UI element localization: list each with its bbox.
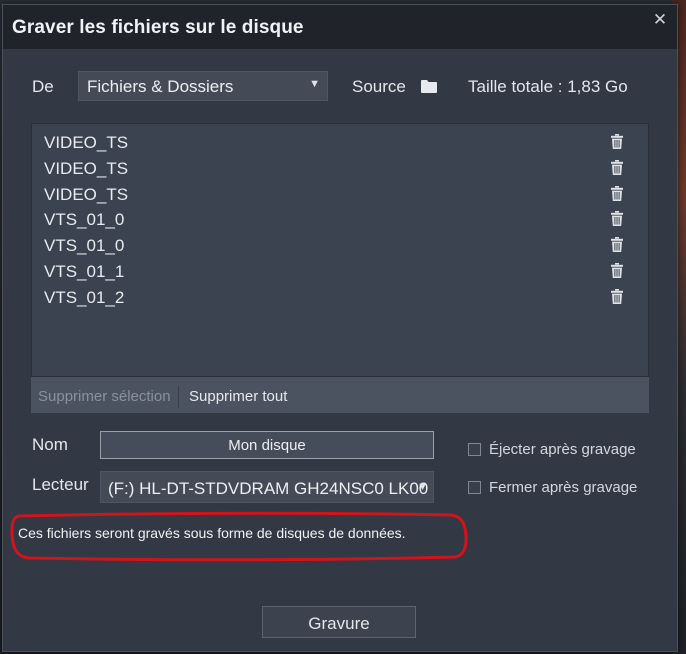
actions-divider [178,386,179,408]
from-label: De [32,77,54,96]
drive-label: Lecteur [32,475,89,494]
close-checkbox[interactable] [468,481,481,494]
trash-icon[interactable] [611,237,623,253]
file-name: VTS_01_0 [44,210,125,230]
file-name: VIDEO_TS [44,184,129,204]
file-list: VIDEO_TS VIDEO_TS VIDEO_TS VTS_01_0 VTS_01_0… [31,123,649,377]
chevron-down-icon: ▼ [417,481,428,493]
trash-icon[interactable] [611,185,623,201]
source-row: De Fichiers & Dossiers ▼ Source Taille t… [3,71,677,101]
highlight-annotation [10,511,468,562]
file-name: VIDEO_TS [44,158,129,178]
total-size: Taille totale : 1,83 Go [468,77,628,96]
file-row[interactable]: VTS_01_0 [32,207,648,233]
close-icon[interactable]: ✕ [651,11,669,29]
list-actions-bar: Supprimer sélection Supprimer tout [31,377,649,413]
eject-checkbox[interactable] [468,443,481,456]
delete-all-button[interactable]: Supprimer tout [189,388,287,405]
trash-icon[interactable] [611,211,623,227]
file-name: VIDEO_TS [44,133,129,152]
disc-name-input[interactable]: Mon disque [100,431,434,459]
eject-label: Éjecter après gravage [489,441,636,458]
name-label: Nom [32,435,68,454]
file-row[interactable]: VIDEO_TS [32,130,648,156]
chevron-down-icon: ▼ [309,78,320,90]
title-bar: Graver les fichiers sur le disque ✕ [3,5,677,49]
folder-icon[interactable] [421,80,437,93]
trash-icon[interactable] [611,159,623,175]
burn-dialog: Graver les fichiers sur le disque ✕ De F… [2,4,678,652]
dialog-title: Graver les fichiers sur le disque [12,17,304,38]
drive-select[interactable]: (F:) HL-DT-STDVDRAM GH24NSC0 LK00 ▼ [100,471,434,503]
close-label: Fermer après gravage [489,479,638,496]
burn-button[interactable]: Gravure [262,606,416,638]
drive-select-value: (F:) HL-DT-STDVDRAM GH24NSC0 LK00 [108,479,429,498]
file-name: VTS_01_2 [44,287,125,307]
trash-icon[interactable] [611,134,623,149]
file-row[interactable]: VTS_01_1 [32,259,648,285]
file-row[interactable]: VIDEO_TS [32,156,648,182]
trash-icon[interactable] [611,262,623,278]
source-label: Source [352,77,406,96]
trash-icon[interactable] [611,288,623,304]
file-row[interactable]: VIDEO_TS [32,182,648,208]
source-select[interactable]: Fichiers & Dossiers ▼ [78,71,328,101]
close-option[interactable]: Fermer après gravage [468,479,668,497]
file-name: VTS_01_1 [44,261,125,281]
source-select-value: Fichiers & Dossiers [87,77,234,96]
eject-option[interactable]: Éjecter après gravage [468,441,668,459]
file-row[interactable]: VTS_01_0 [32,233,648,259]
file-name: VTS_01_0 [44,236,125,256]
delete-selection-button[interactable]: Supprimer sélection [38,388,171,405]
file-row[interactable]: VTS_01_2 [32,285,648,311]
